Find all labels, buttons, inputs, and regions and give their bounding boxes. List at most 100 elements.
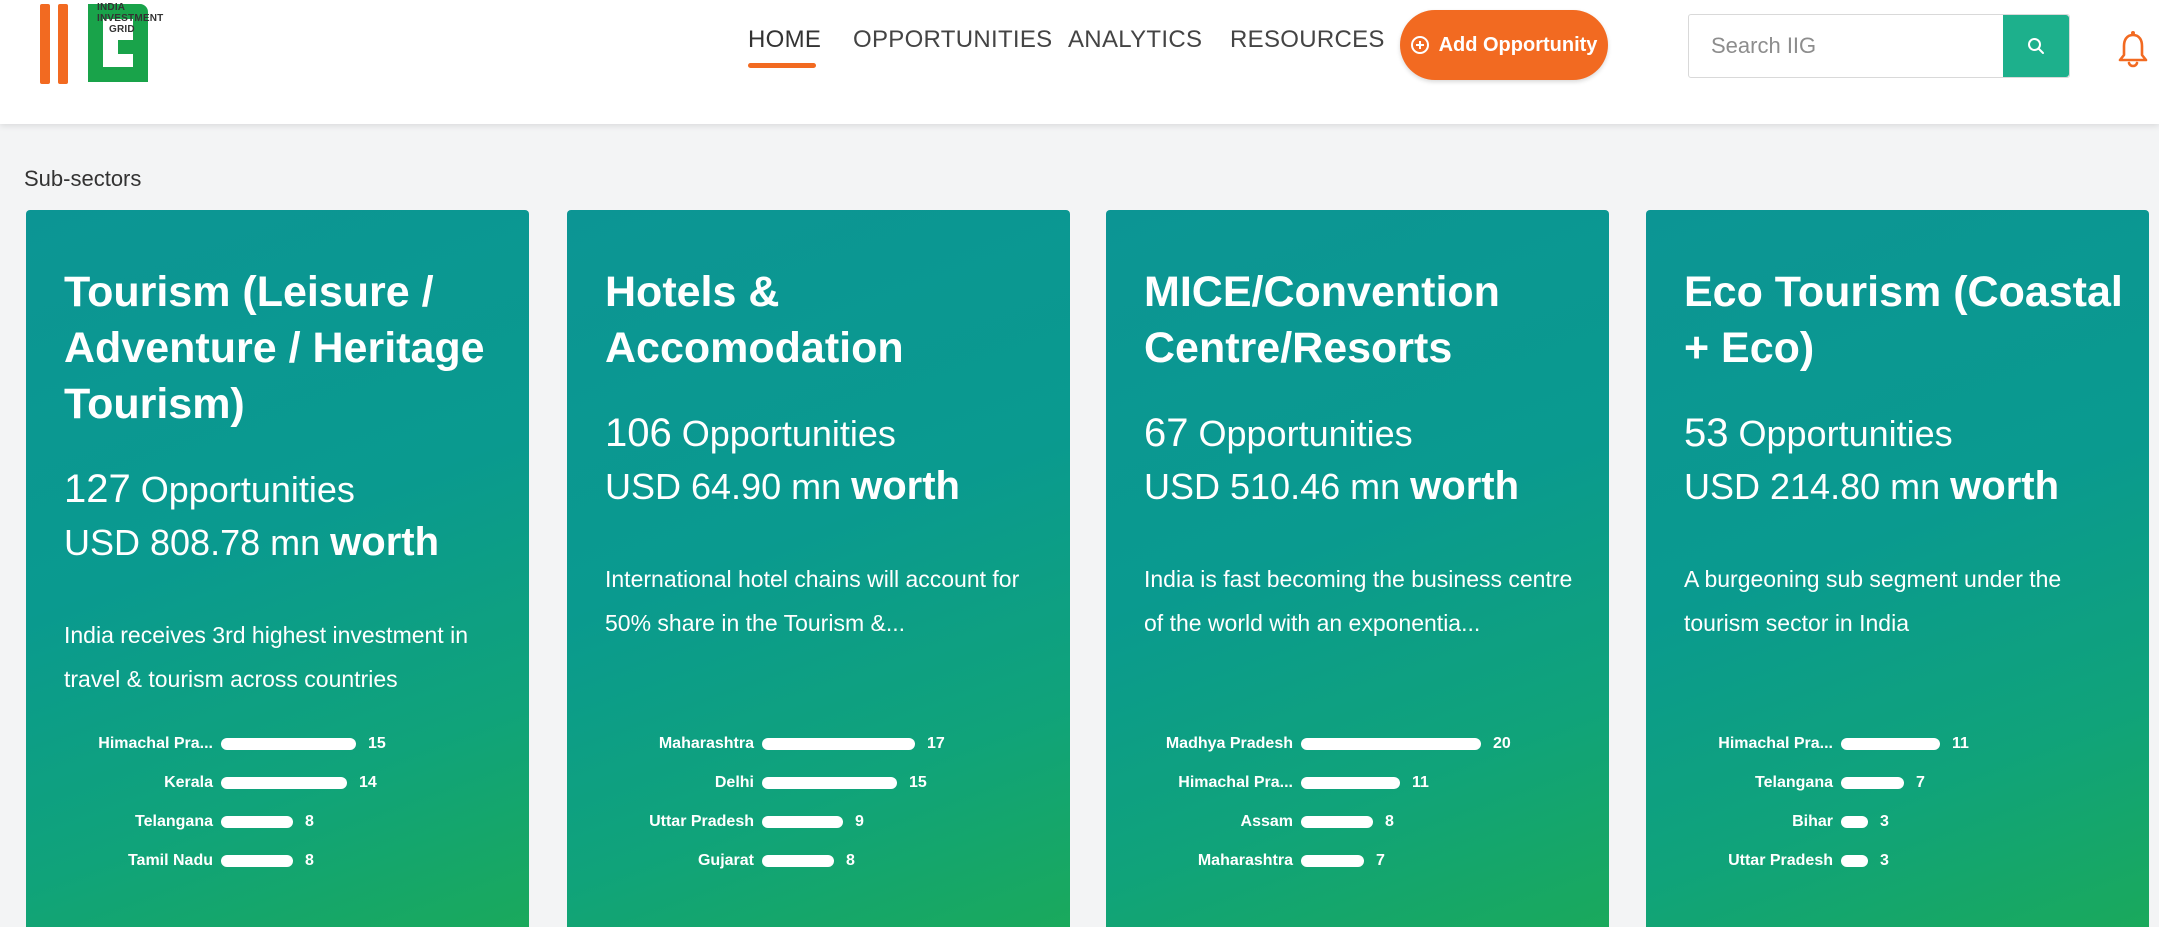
opportunity-count-suffix: Opportunities	[1738, 413, 1953, 454]
state-row[interactable]: Himachal Pra... 15	[26, 733, 529, 772]
state-row[interactable]: Maharashtra 17	[567, 733, 1070, 772]
state-row[interactable]: Madhya Pradesh 20	[1106, 733, 1609, 772]
card-description: International hotel chains will account …	[605, 566, 1020, 636]
state-row[interactable]: Gujarat 8	[567, 850, 1070, 889]
state-row[interactable]: Tamil Nadu 8	[26, 850, 529, 889]
nav-resources[interactable]: RESOURCES	[1230, 26, 1385, 54]
card-description: India is fast becoming the business cent…	[1144, 566, 1573, 636]
opportunity-count-suffix: Opportunities	[681, 413, 896, 454]
card-title: Hotels & Accomodation	[605, 268, 904, 372]
state-name: Himachal Pra...	[98, 735, 213, 752]
state-bar	[1841, 777, 1904, 789]
opportunity-worth-line: USD 510.46 mn worth	[1144, 460, 1584, 513]
state-bar	[1841, 738, 1940, 750]
state-count: 8	[305, 813, 314, 830]
state-row[interactable]: Uttar Pradesh 3	[1646, 850, 2149, 889]
state-name: Bihar	[1792, 813, 1833, 830]
card-title: Tourism (Leisure / Adventure / Heritage …	[64, 268, 485, 428]
state-row[interactable]: Kerala 14	[26, 772, 529, 811]
state-bar	[762, 855, 834, 867]
opportunity-worth-line: USD 64.90 mn worth	[605, 460, 1045, 513]
sub-sector-card[interactable]: Eco Tourism (Coastal + Eco) 53 Opportuni…	[1646, 210, 2149, 927]
logo-text-line1: INDIA	[97, 2, 126, 13]
state-name: Uttar Pradesh	[649, 813, 754, 830]
add-opportunity-button[interactable]: Add Opportunity	[1400, 10, 1608, 80]
opportunity-amount: USD 64.90 mn	[605, 466, 842, 507]
opportunity-count: 127	[64, 467, 131, 511]
state-bar	[221, 816, 293, 828]
state-name: Himachal Pra...	[1718, 735, 1833, 752]
opportunity-count-suffix: Opportunities	[1198, 413, 1413, 454]
state-row[interactable]: Telangana 7	[1646, 772, 2149, 811]
state-bar-list: Himachal Pra... 11 Telangana 7 Bihar 3 U…	[1646, 733, 2149, 889]
state-name: Tamil Nadu	[127, 852, 213, 869]
opportunity-amount: USD 808.78 mn	[64, 522, 321, 563]
state-name: Assam	[1240, 813, 1293, 830]
worth-label: worth	[1410, 464, 1520, 508]
state-name: Delhi	[714, 774, 754, 791]
state-name: Himachal Pra...	[1178, 774, 1293, 791]
opportunity-worth-line: USD 808.78 mn worth	[64, 516, 504, 569]
state-bar	[762, 816, 843, 828]
logo-text: INDIA INVESTMENT GRID	[97, 2, 163, 35]
state-name: Maharashtra	[658, 735, 754, 752]
section-title: Sub-sectors	[24, 166, 142, 191]
search-input[interactable]	[1689, 15, 2003, 77]
state-row[interactable]: Himachal Pra... 11	[1646, 733, 2149, 772]
card-description: India receives 3rd highest investment in…	[64, 622, 468, 692]
state-count: 15	[909, 774, 927, 791]
logo-bar-left	[40, 4, 50, 84]
state-bar	[1841, 855, 1868, 867]
search-icon	[2028, 38, 2044, 54]
sub-sector-card[interactable]: Hotels & Accomodation 106 Opportunities …	[567, 210, 1070, 927]
logo-text-line2: INVESTMENT	[97, 13, 164, 24]
opportunity-worth-line: USD 214.80 mn worth	[1684, 460, 2124, 513]
state-bar-list: Maharashtra 17 Delhi 15 Uttar Pradesh 9 …	[567, 733, 1070, 889]
state-count: 20	[1493, 735, 1511, 752]
add-opportunity-label: Add Opportunity	[1438, 33, 1598, 56]
opportunity-count-line: 106 Opportunities	[605, 407, 1045, 460]
opportunity-count: 67	[1144, 411, 1189, 455]
state-bar	[1301, 777, 1400, 789]
state-count: 3	[1880, 852, 1889, 869]
sub-sector-card[interactable]: Tourism (Leisure / Adventure / Heritage …	[26, 210, 529, 927]
logo-bar-right	[58, 4, 68, 84]
nav-active-underline	[748, 63, 816, 68]
state-count: 8	[305, 852, 314, 869]
state-name: Uttar Pradesh	[1728, 852, 1833, 869]
notification-bell-icon[interactable]	[2118, 30, 2148, 70]
opportunity-amount: USD 510.46 mn	[1144, 466, 1401, 507]
nav-opportunities[interactable]: OPPORTUNITIES	[853, 26, 1053, 54]
sub-sector-card[interactable]: MICE/Convention Centre/Resorts 67 Opport…	[1106, 210, 1609, 927]
state-row[interactable]: Himachal Pra... 11	[1106, 772, 1609, 811]
worth-label: worth	[330, 520, 440, 564]
state-count: 8	[846, 852, 855, 869]
state-count: 7	[1916, 774, 1925, 791]
opportunity-amount: USD 214.80 mn	[1684, 466, 1941, 507]
state-row[interactable]: Delhi 15	[567, 772, 1070, 811]
state-row[interactable]: Bihar 3	[1646, 811, 2149, 850]
iig-logo[interactable]: INDIA INVESTMENT GRID	[34, 2, 194, 86]
state-row[interactable]: Maharashtra 7	[1106, 850, 1609, 889]
state-name: Telangana	[1755, 774, 1833, 791]
state-count: 11	[1952, 735, 1969, 752]
top-header: INDIA INVESTMENT GRID HOME OPPORTUNITIES…	[0, 0, 2159, 124]
opportunity-count-suffix: Opportunities	[140, 469, 355, 510]
state-bar	[1301, 855, 1364, 867]
state-count: 17	[927, 735, 945, 752]
plus-circle-icon	[1410, 36, 1429, 54]
nav-home[interactable]: HOME	[748, 26, 821, 54]
card-stats: 53 Opportunities USD 214.80 mn worth	[1684, 407, 2124, 513]
state-name: Gujarat	[697, 852, 754, 869]
search-button[interactable]	[2003, 15, 2069, 77]
state-name: Maharashtra	[1197, 852, 1293, 869]
state-bar	[762, 777, 897, 789]
nav-analytics[interactable]: ANALYTICS	[1068, 26, 1202, 54]
state-bar-list: Madhya Pradesh 20 Himachal Pra... 11 Ass…	[1106, 733, 1609, 889]
state-row[interactable]: Assam 8	[1106, 811, 1609, 850]
state-bar	[1301, 738, 1481, 750]
state-row[interactable]: Telangana 8	[26, 811, 529, 850]
state-bar	[1841, 816, 1868, 828]
state-row[interactable]: Uttar Pradesh 9	[567, 811, 1070, 850]
worth-label: worth	[851, 464, 960, 508]
